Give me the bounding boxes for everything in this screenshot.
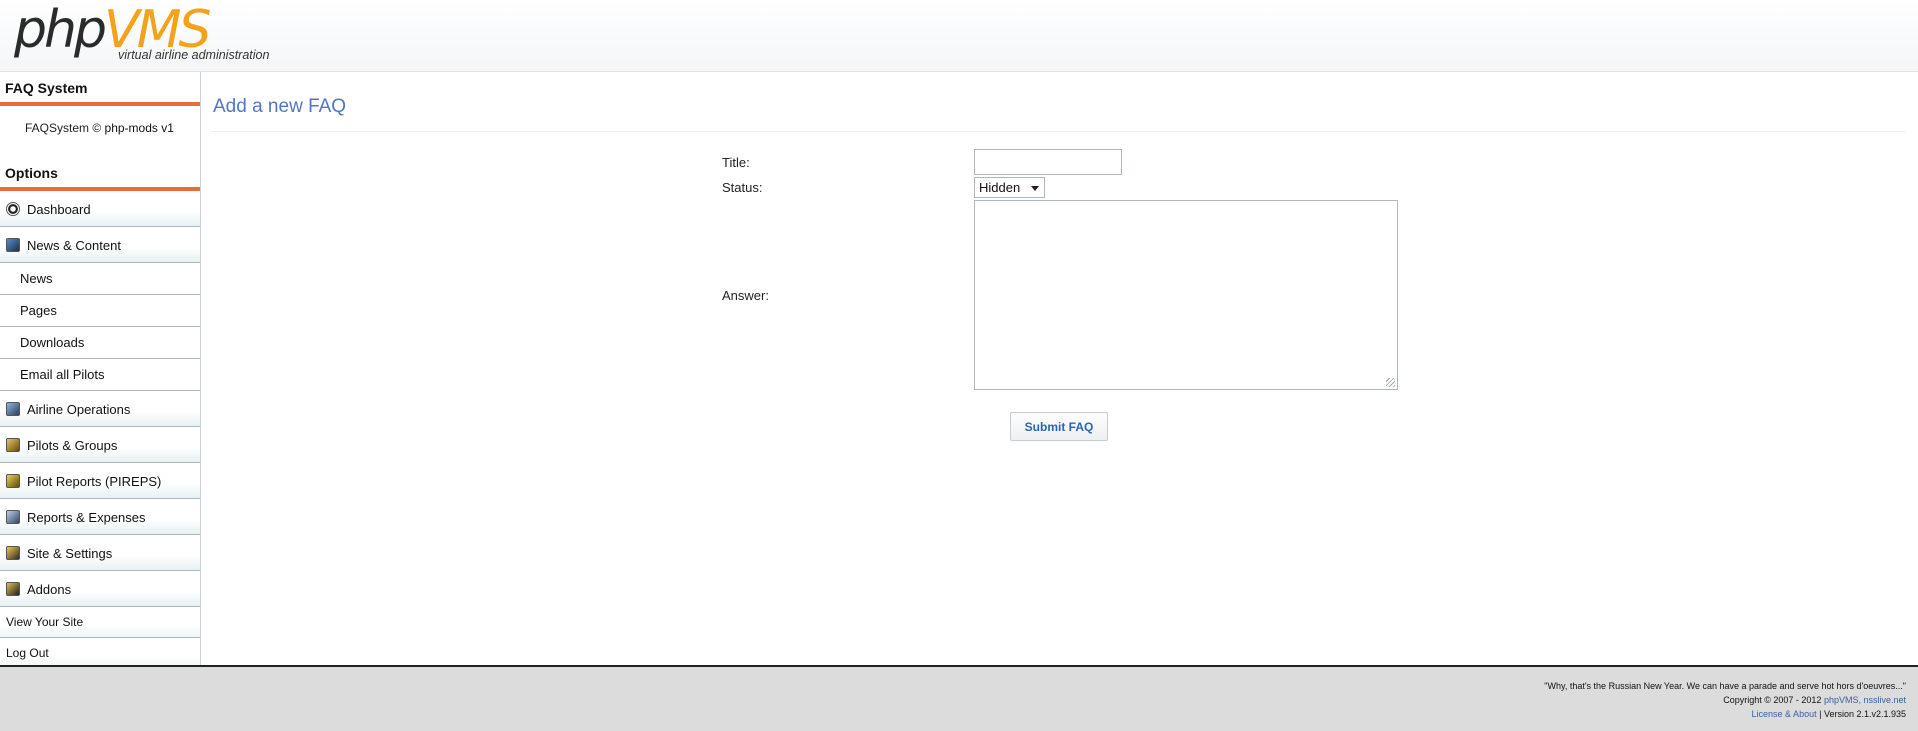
sidebar-item-label: Site & Settings <box>27 545 113 561</box>
sidebar-item-label: Pages <box>20 303 57 318</box>
status-selected-value: Hidden <box>979 180 1021 195</box>
sidebar-item-label: Addons <box>27 581 72 597</box>
sidebar-item-dashboard[interactable]: Dashboard <box>0 191 200 227</box>
page-title: Add a new FAQ <box>213 96 347 117</box>
settings-icon <box>6 546 20 560</box>
addons-icon <box>6 582 20 596</box>
sidebar-item-label: Dashboard <box>27 201 91 217</box>
faq-credit-prefix: FAQSystem © <box>25 121 105 135</box>
footer-text: "Why, that's the Russian New Year. We ca… <box>1544 679 1906 721</box>
sidebar-item-label: Downloads <box>20 335 85 350</box>
sidebar-subitem-pages[interactable]: Pages <box>0 295 200 327</box>
title-label: Title: <box>722 155 750 170</box>
footer: "Why, that's the Russian New Year. We ca… <box>0 665 1918 731</box>
sidebar-item-addons[interactable]: Addons <box>0 571 200 607</box>
faq-section-title: FAQ System <box>0 72 200 106</box>
phpvms-logo[interactable]: php VMS virtual airline administration <box>14 2 274 68</box>
version-text: Version 2.1.v2.1.935 <box>1823 709 1906 719</box>
main-content: Add a new FAQ Title: Status: Hidden Answ… <box>201 72 1918 666</box>
logo-php-text: php <box>14 0 107 60</box>
sidebar-item-label: View Your Site <box>6 615 84 629</box>
title-divider <box>211 131 1906 132</box>
faq-credit-link[interactable]: php-mods v1 <box>105 121 174 135</box>
title-input[interactable] <box>974 149 1122 175</box>
reports-icon <box>6 510 20 524</box>
submit-faq-button[interactable]: Submit FAQ <box>1010 412 1108 441</box>
sidebar-item-label: Log Out <box>6 646 49 660</box>
sidebar-item-pilots-groups[interactable]: Pilots & Groups <box>0 427 200 463</box>
sidebar-item-news-content[interactable]: News & Content <box>0 227 200 263</box>
sidebar-item-label: News <box>20 271 53 286</box>
footer-copyright: Copyright © 2007 - 2012 phpVMS, nsslive.… <box>1544 693 1906 707</box>
sidebar-subitem-news[interactable]: News <box>0 263 200 295</box>
pireps-icon <box>6 474 20 488</box>
chevron-down-icon <box>1031 186 1039 191</box>
resize-grip-icon[interactable] <box>1386 378 1395 387</box>
answer-label: Answer: <box>722 288 769 303</box>
sidebar-item-label: Airline Operations <box>27 401 131 417</box>
options-section-title: Options <box>0 157 200 191</box>
sidebar-subitem-downloads[interactable]: Downloads <box>0 327 200 359</box>
sidebar-item-site-settings[interactable]: Site & Settings <box>0 535 200 571</box>
sidebar-item-label: News & Content <box>27 237 121 253</box>
news-icon <box>6 238 20 252</box>
status-label: Status: <box>722 180 763 195</box>
faq-credit: FAQSystem © php-mods v1 <box>0 106 200 157</box>
sidebar-item-view-site[interactable]: View Your Site <box>0 607 200 638</box>
sidebar-item-label: Email all Pilots <box>20 367 105 382</box>
sidebar-subitem-email-pilots[interactable]: Email all Pilots <box>0 359 200 391</box>
sidebar-item-label: Pilots & Groups <box>27 437 118 453</box>
sidebar-item-label: Pilot Reports (PIREPS) <box>27 473 162 489</box>
dashboard-icon <box>6 202 20 216</box>
footer-license-version: License & About | Version 2.1.v2.1.935 <box>1751 709 1906 719</box>
logo-tagline: virtual airline administration <box>118 48 270 62</box>
pilots-icon <box>6 438 20 452</box>
sidebar-item-label: Reports & Expenses <box>27 509 146 525</box>
airline-icon <box>6 402 20 416</box>
copyright-links[interactable]: phpVMS, nsslive.net <box>1824 695 1906 705</box>
sidebar-item-pireps[interactable]: Pilot Reports (PIREPS) <box>0 463 200 499</box>
footer-quote: "Why, that's the Russian New Year. We ca… <box>1544 681 1906 691</box>
status-select[interactable]: Hidden <box>974 177 1045 198</box>
license-link[interactable]: License & About <box>1752 709 1817 719</box>
sidebar-item-airline-operations[interactable]: Airline Operations <box>0 391 200 427</box>
sidebar-item-reports-expenses[interactable]: Reports & Expenses <box>0 499 200 535</box>
header: php VMS virtual airline administration <box>0 0 1918 72</box>
sidebar: FAQ System FAQSystem © php-mods v1 Optio… <box>0 72 201 669</box>
answer-textarea[interactable] <box>974 200 1398 390</box>
copyright-prefix: Copyright © 2007 - 2012 <box>1723 695 1824 705</box>
